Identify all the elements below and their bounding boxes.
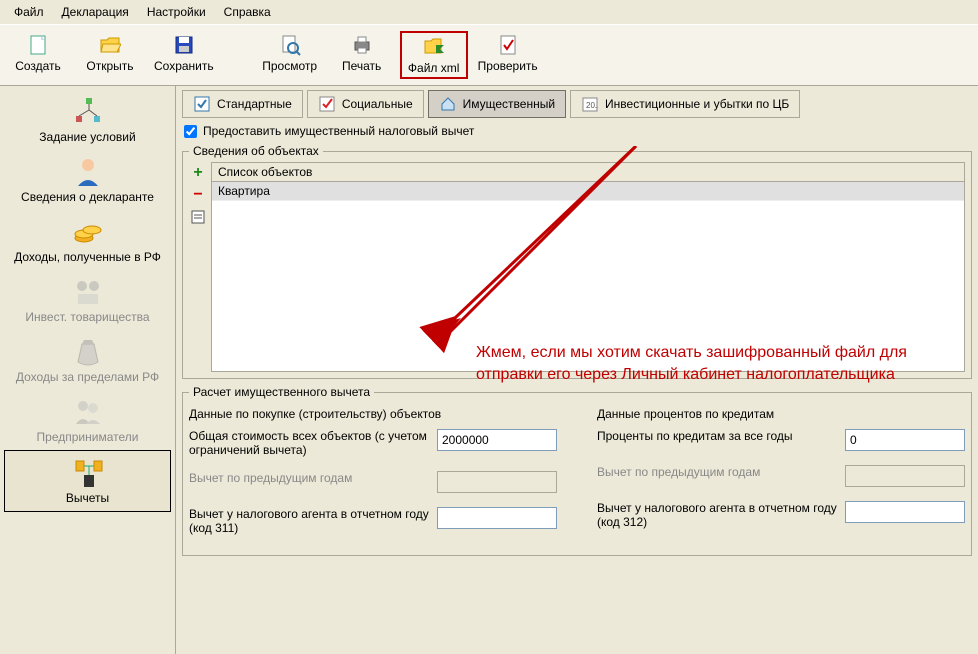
- sidebar-item-income-rf[interactable]: Доходы, полученные в РФ: [0, 210, 175, 270]
- add-object-button[interactable]: +: [189, 164, 207, 182]
- total-cost-label: Общая стоимость всех объектов (с учетом …: [189, 429, 429, 457]
- tab-property[interactable]: Имущественный: [428, 90, 566, 118]
- object-row[interactable]: Квартира: [212, 182, 964, 201]
- file-xml-label: Файл xml: [408, 61, 460, 75]
- agent-311-label: Вычет у налогового агента в отчетном год…: [189, 507, 429, 535]
- content-area: Стандартные Социальные Имущественный 20.…: [176, 86, 978, 654]
- partnership-icon: [72, 276, 104, 308]
- agent-311-input[interactable]: [437, 507, 557, 529]
- agent-312-label: Вычет у налогового агента в отчетном год…: [597, 501, 837, 529]
- coins-icon: [72, 216, 104, 248]
- tab-standard[interactable]: Стандартные: [182, 90, 303, 118]
- prev-years-left-label: Вычет по предыдущим годам: [189, 471, 429, 487]
- calendar-icon: 20..: [581, 95, 599, 113]
- sidebar-label: Вычеты: [66, 491, 109, 505]
- printer-icon: [350, 33, 374, 57]
- sidebar-item-declarant[interactable]: Сведения о декларанте: [0, 150, 175, 210]
- calc-left-title: Данные по покупке (строительству) объект…: [189, 407, 557, 421]
- menu-file[interactable]: Файл: [8, 3, 50, 21]
- print-label: Печать: [342, 59, 381, 73]
- sidebar-label: Доходы за пределами РФ: [16, 370, 159, 384]
- annotation-text: Жмем, если мы хотим скачать зашифрованны…: [476, 342, 978, 385]
- money-bag-icon: [72, 336, 104, 368]
- save-label: Сохранить: [154, 59, 214, 73]
- folder-open-icon: [98, 33, 122, 57]
- checkbox-red-icon: [318, 95, 336, 113]
- object-controls: + −: [189, 162, 211, 372]
- sidebar-item-conditions[interactable]: Задание условий: [0, 90, 175, 150]
- sidebar-label: Доходы, полученные в РФ: [14, 250, 161, 264]
- prev-years-left-input: [437, 471, 557, 493]
- sidebar-item-deductions[interactable]: Вычеты: [4, 450, 171, 512]
- deduction-tabs: Стандартные Социальные Имущественный 20.…: [182, 90, 972, 118]
- new-file-icon: [26, 33, 50, 57]
- conditions-icon: [72, 96, 104, 128]
- tab-label: Инвестиционные и убытки по ЦБ: [605, 97, 789, 111]
- tab-label: Стандартные: [217, 97, 292, 111]
- menu-bar: Файл Декларация Настройки Справка: [0, 0, 978, 25]
- calc-right-title: Данные процентов по кредитам: [597, 407, 965, 421]
- floppy-disk-icon: [172, 33, 196, 57]
- people-icon: [72, 396, 104, 428]
- open-label: Открыть: [86, 59, 133, 73]
- agent-312-input[interactable]: [845, 501, 965, 523]
- menu-declaration[interactable]: Декларация: [56, 3, 135, 21]
- calc-right-column: Данные процентов по кредитам Проценты по…: [597, 407, 965, 549]
- tab-social[interactable]: Социальные: [307, 90, 424, 118]
- sidebar-item-income-foreign[interactable]: Доходы за пределами РФ: [0, 330, 175, 390]
- menu-help[interactable]: Справка: [218, 3, 277, 21]
- create-label: Создать: [15, 59, 61, 73]
- edit-object-button[interactable]: [189, 208, 207, 226]
- house-icon: [439, 95, 457, 113]
- sidebar-label: Задание условий: [39, 130, 135, 144]
- sidebar: Задание условий Сведения о декларанте До…: [0, 86, 176, 654]
- toolbar: Создать Открыть Сохранить Просмотр Печат…: [0, 25, 978, 86]
- sidebar-label: Инвест. товарищества: [25, 310, 149, 324]
- interest-input[interactable]: [845, 429, 965, 451]
- objects-legend: Сведения об объектах: [189, 144, 323, 158]
- preview-label: Просмотр: [262, 59, 317, 73]
- provide-deduction-row: Предоставить имущественный налоговый выч…: [184, 124, 972, 138]
- create-button[interactable]: Создать: [4, 31, 72, 79]
- calc-left-column: Данные по покупке (строительству) объект…: [189, 407, 557, 549]
- tab-label: Имущественный: [463, 97, 555, 111]
- total-cost-input[interactable]: [437, 429, 557, 451]
- tab-label: Социальные: [342, 97, 413, 111]
- remove-object-button[interactable]: −: [189, 186, 207, 204]
- deductions-icon: [72, 457, 104, 489]
- sidebar-item-invest-partnership[interactable]: Инвест. товарищества: [0, 270, 175, 330]
- calc-fieldset: Расчет имущественного вычета Данные по п…: [182, 385, 972, 556]
- object-list-header: Список объектов: [212, 163, 964, 182]
- prev-years-right-label: Вычет по предыдущим годам: [597, 465, 837, 481]
- print-button[interactable]: Печать: [328, 31, 396, 79]
- check-button[interactable]: Проверить: [472, 31, 544, 79]
- sidebar-item-entrepreneurs[interactable]: Предприниматели: [0, 390, 175, 450]
- preview-icon: [278, 33, 302, 57]
- calc-legend: Расчет имущественного вычета: [189, 385, 374, 399]
- check-icon: [496, 33, 520, 57]
- provide-deduction-label: Предоставить имущественный налоговый выч…: [203, 124, 474, 138]
- preview-button[interactable]: Просмотр: [256, 31, 324, 79]
- svg-text:20..: 20..: [586, 101, 598, 110]
- file-xml-button[interactable]: Файл xml: [400, 31, 468, 79]
- check-label: Проверить: [478, 59, 538, 73]
- object-list[interactable]: Список объектов Квартира: [211, 162, 965, 372]
- sidebar-label: Предприниматели: [37, 430, 139, 444]
- tab-invest[interactable]: 20.. Инвестиционные и убытки по ЦБ: [570, 90, 800, 118]
- interest-label: Проценты по кредитам за все годы: [597, 429, 837, 445]
- save-button[interactable]: Сохранить: [148, 31, 220, 79]
- prev-years-right-input: [845, 465, 965, 487]
- file-xml-icon: [422, 35, 446, 59]
- open-button[interactable]: Открыть: [76, 31, 144, 79]
- provide-deduction-checkbox[interactable]: [184, 125, 197, 138]
- menu-settings[interactable]: Настройки: [141, 3, 212, 21]
- checklist-icon: [193, 95, 211, 113]
- person-icon: [72, 156, 104, 188]
- sidebar-label: Сведения о декларанте: [21, 190, 154, 204]
